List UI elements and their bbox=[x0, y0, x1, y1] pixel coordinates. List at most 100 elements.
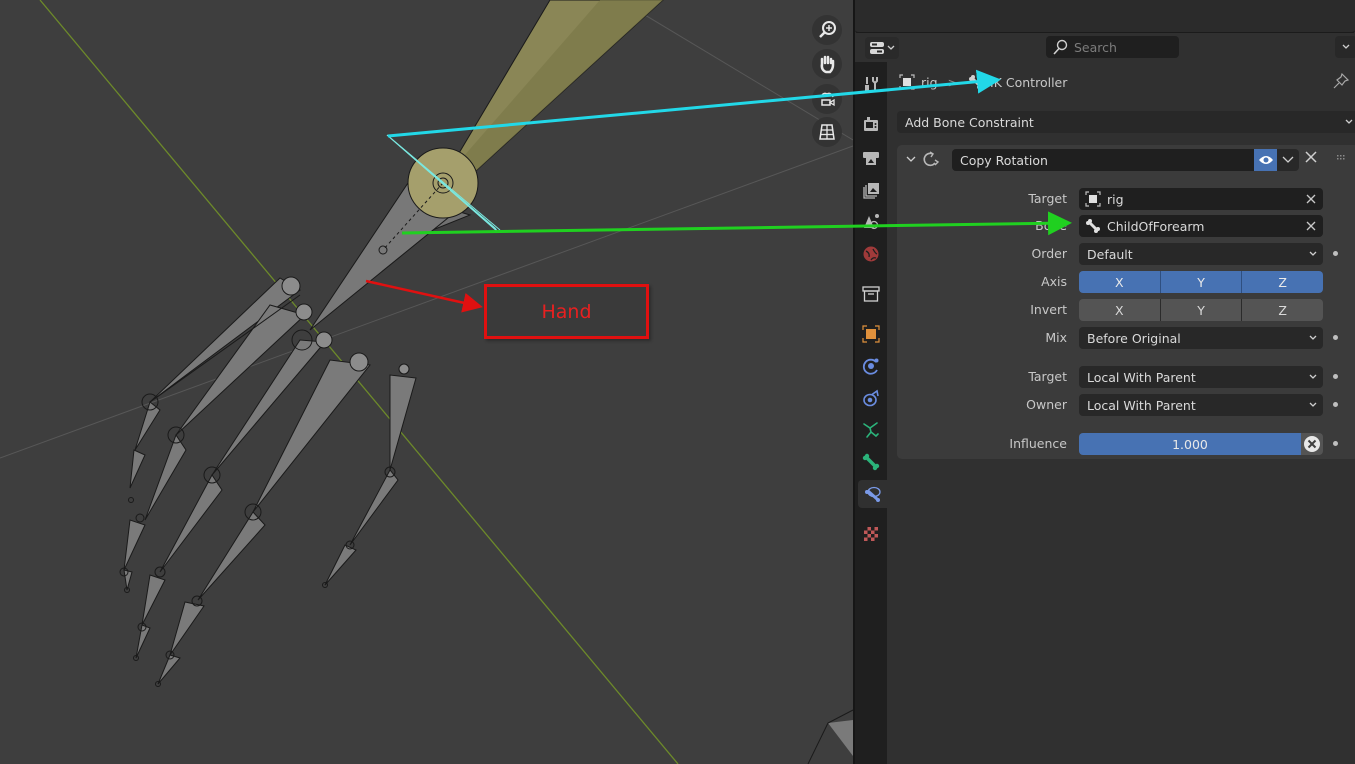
breadcrumb-object: rig bbox=[921, 74, 938, 90]
influence-slider[interactable]: 1.000 bbox=[1079, 433, 1301, 455]
constraint-name-field[interactable]: Copy Rotation bbox=[952, 149, 1254, 171]
tab-tool[interactable] bbox=[857, 70, 885, 98]
tab-bone[interactable] bbox=[857, 448, 885, 476]
close-icon[interactable] bbox=[1305, 151, 1317, 163]
tab-object[interactable] bbox=[857, 320, 885, 348]
breadcrumb: rig > IK Controller bbox=[899, 72, 1067, 92]
bone-constraint-icon bbox=[864, 486, 881, 502]
enable-toggle-button[interactable] bbox=[1254, 149, 1277, 171]
modifier-icon bbox=[862, 358, 879, 375]
search-icon bbox=[1053, 39, 1068, 55]
object-icon bbox=[899, 74, 915, 90]
chevron-down-icon bbox=[1309, 335, 1317, 340]
texture-icon bbox=[864, 527, 878, 541]
partial-mesh bbox=[828, 720, 853, 756]
tab-texture[interactable] bbox=[857, 520, 885, 548]
eye-icon bbox=[1258, 156, 1273, 164]
influence-label: Influence bbox=[1009, 436, 1067, 451]
mix-dropdown[interactable]: Before Original bbox=[1079, 327, 1323, 349]
world-icon bbox=[863, 246, 879, 262]
pin-icon[interactable] bbox=[1333, 73, 1349, 89]
target-label: Target bbox=[1028, 191, 1067, 206]
armature-scene[interactable] bbox=[0, 0, 853, 764]
influence-row: Influence 1.000 bbox=[897, 433, 1355, 455]
bone-icon bbox=[862, 453, 880, 471]
axis-y-toggle[interactable]: Y bbox=[1160, 271, 1243, 293]
camera-view-button[interactable] bbox=[812, 84, 842, 114]
target-field[interactable]: rig bbox=[1079, 188, 1323, 210]
bone-value: ChildOfForearm bbox=[1107, 218, 1205, 234]
keyframe-dot[interactable] bbox=[1333, 402, 1338, 407]
search-placeholder: Search bbox=[1074, 39, 1117, 55]
clear-icon[interactable] bbox=[1305, 193, 1317, 205]
tab-collection[interactable] bbox=[857, 280, 885, 308]
hand-annotation-label: Hand bbox=[484, 284, 649, 339]
collapse-chevron-icon[interactable] bbox=[905, 153, 917, 165]
drag-handle-icon[interactable] bbox=[1337, 155, 1347, 161]
object-icon bbox=[862, 325, 880, 343]
properties-editor: Search rig > IK Controller Add Bone Cons… bbox=[855, 0, 1355, 764]
zoom-icon bbox=[819, 21, 836, 38]
constraint-name: Copy Rotation bbox=[960, 152, 1048, 168]
chevron-down-icon bbox=[1342, 44, 1350, 49]
keyframe-dot[interactable] bbox=[1333, 441, 1338, 446]
mix-value: Before Original bbox=[1087, 330, 1181, 346]
tab-modifiers[interactable] bbox=[857, 352, 885, 380]
tab-scene[interactable] bbox=[857, 207, 885, 235]
bone-row: Bone ChildOfForearm bbox=[897, 215, 1355, 237]
search-field[interactable]: Search bbox=[1046, 36, 1179, 58]
axis-x-toggle[interactable]: X bbox=[1079, 271, 1161, 293]
target-space-value: Local With Parent bbox=[1087, 369, 1196, 385]
tab-world[interactable] bbox=[857, 240, 885, 268]
target-space-row: Target Local With Parent bbox=[897, 366, 1355, 388]
constraint-menu-button[interactable] bbox=[1277, 149, 1299, 171]
chevron-down-icon bbox=[1309, 402, 1317, 407]
keyframe-dot[interactable] bbox=[1333, 335, 1338, 340]
disable-keep-transform-button[interactable] bbox=[1301, 433, 1323, 455]
add-bone-constraint-dropdown[interactable]: Add Bone Constraint bbox=[897, 111, 1355, 133]
tab-view-layer[interactable] bbox=[857, 176, 885, 204]
mix-label: Mix bbox=[1045, 330, 1067, 345]
render-icon bbox=[864, 117, 878, 131]
editor-type-button[interactable] bbox=[865, 37, 899, 59]
owner-space-dropdown[interactable]: Local With Parent bbox=[1079, 394, 1323, 416]
bone-field[interactable]: ChildOfForearm bbox=[1079, 215, 1323, 237]
constraint-header[interactable]: Copy Rotation bbox=[897, 145, 1355, 173]
target-space-dropdown[interactable]: Local With Parent bbox=[1079, 366, 1323, 388]
tab-physics[interactable] bbox=[857, 384, 885, 412]
perspective-toggle-button[interactable] bbox=[812, 117, 842, 147]
options-dropdown-button[interactable] bbox=[1335, 36, 1355, 58]
finger-bones[interactable] bbox=[123, 277, 417, 685]
properties-editor-icon bbox=[870, 42, 884, 54]
owner-space-label: Owner bbox=[1026, 397, 1067, 412]
keyframe-dot[interactable] bbox=[1333, 251, 1338, 256]
keyframe-dot[interactable] bbox=[1333, 374, 1338, 379]
object-icon bbox=[1085, 191, 1101, 207]
pan-button[interactable] bbox=[812, 49, 842, 79]
clear-icon[interactable] bbox=[1305, 220, 1317, 232]
chevron-down-icon bbox=[1309, 374, 1317, 379]
target-value: rig bbox=[1107, 191, 1124, 207]
physics-icon bbox=[863, 389, 879, 407]
3d-viewport[interactable]: Hand bbox=[0, 0, 853, 764]
chevron-down-icon bbox=[1282, 156, 1294, 163]
top-area-strip bbox=[855, 0, 1355, 34]
invert-z-toggle[interactable]: Z bbox=[1242, 299, 1323, 321]
target-row: Target rig bbox=[897, 188, 1355, 210]
tab-object-data[interactable] bbox=[857, 416, 885, 444]
scene-icon bbox=[864, 214, 879, 230]
tab-render[interactable] bbox=[857, 110, 885, 138]
invert-x-toggle[interactable]: X bbox=[1079, 299, 1161, 321]
axis-z-toggle[interactable]: Z bbox=[1242, 271, 1323, 293]
zoom-button[interactable] bbox=[812, 15, 842, 45]
tab-output[interactable] bbox=[857, 144, 885, 172]
order-row: Order Default bbox=[897, 243, 1355, 265]
mix-row: Mix Before Original bbox=[897, 327, 1355, 349]
order-dropdown[interactable]: Default bbox=[1079, 243, 1323, 265]
axis-toggle-group: X Y Z bbox=[1079, 271, 1323, 293]
copy-rotation-constraint-panel: Copy Rotation Target rig Bone ChildOfFor… bbox=[897, 145, 1355, 459]
axis-row: Axis X Y Z bbox=[897, 271, 1355, 293]
tab-bone-constraints[interactable] bbox=[858, 480, 887, 508]
invert-y-toggle[interactable]: Y bbox=[1160, 299, 1243, 321]
copy-rotation-icon bbox=[923, 151, 940, 167]
